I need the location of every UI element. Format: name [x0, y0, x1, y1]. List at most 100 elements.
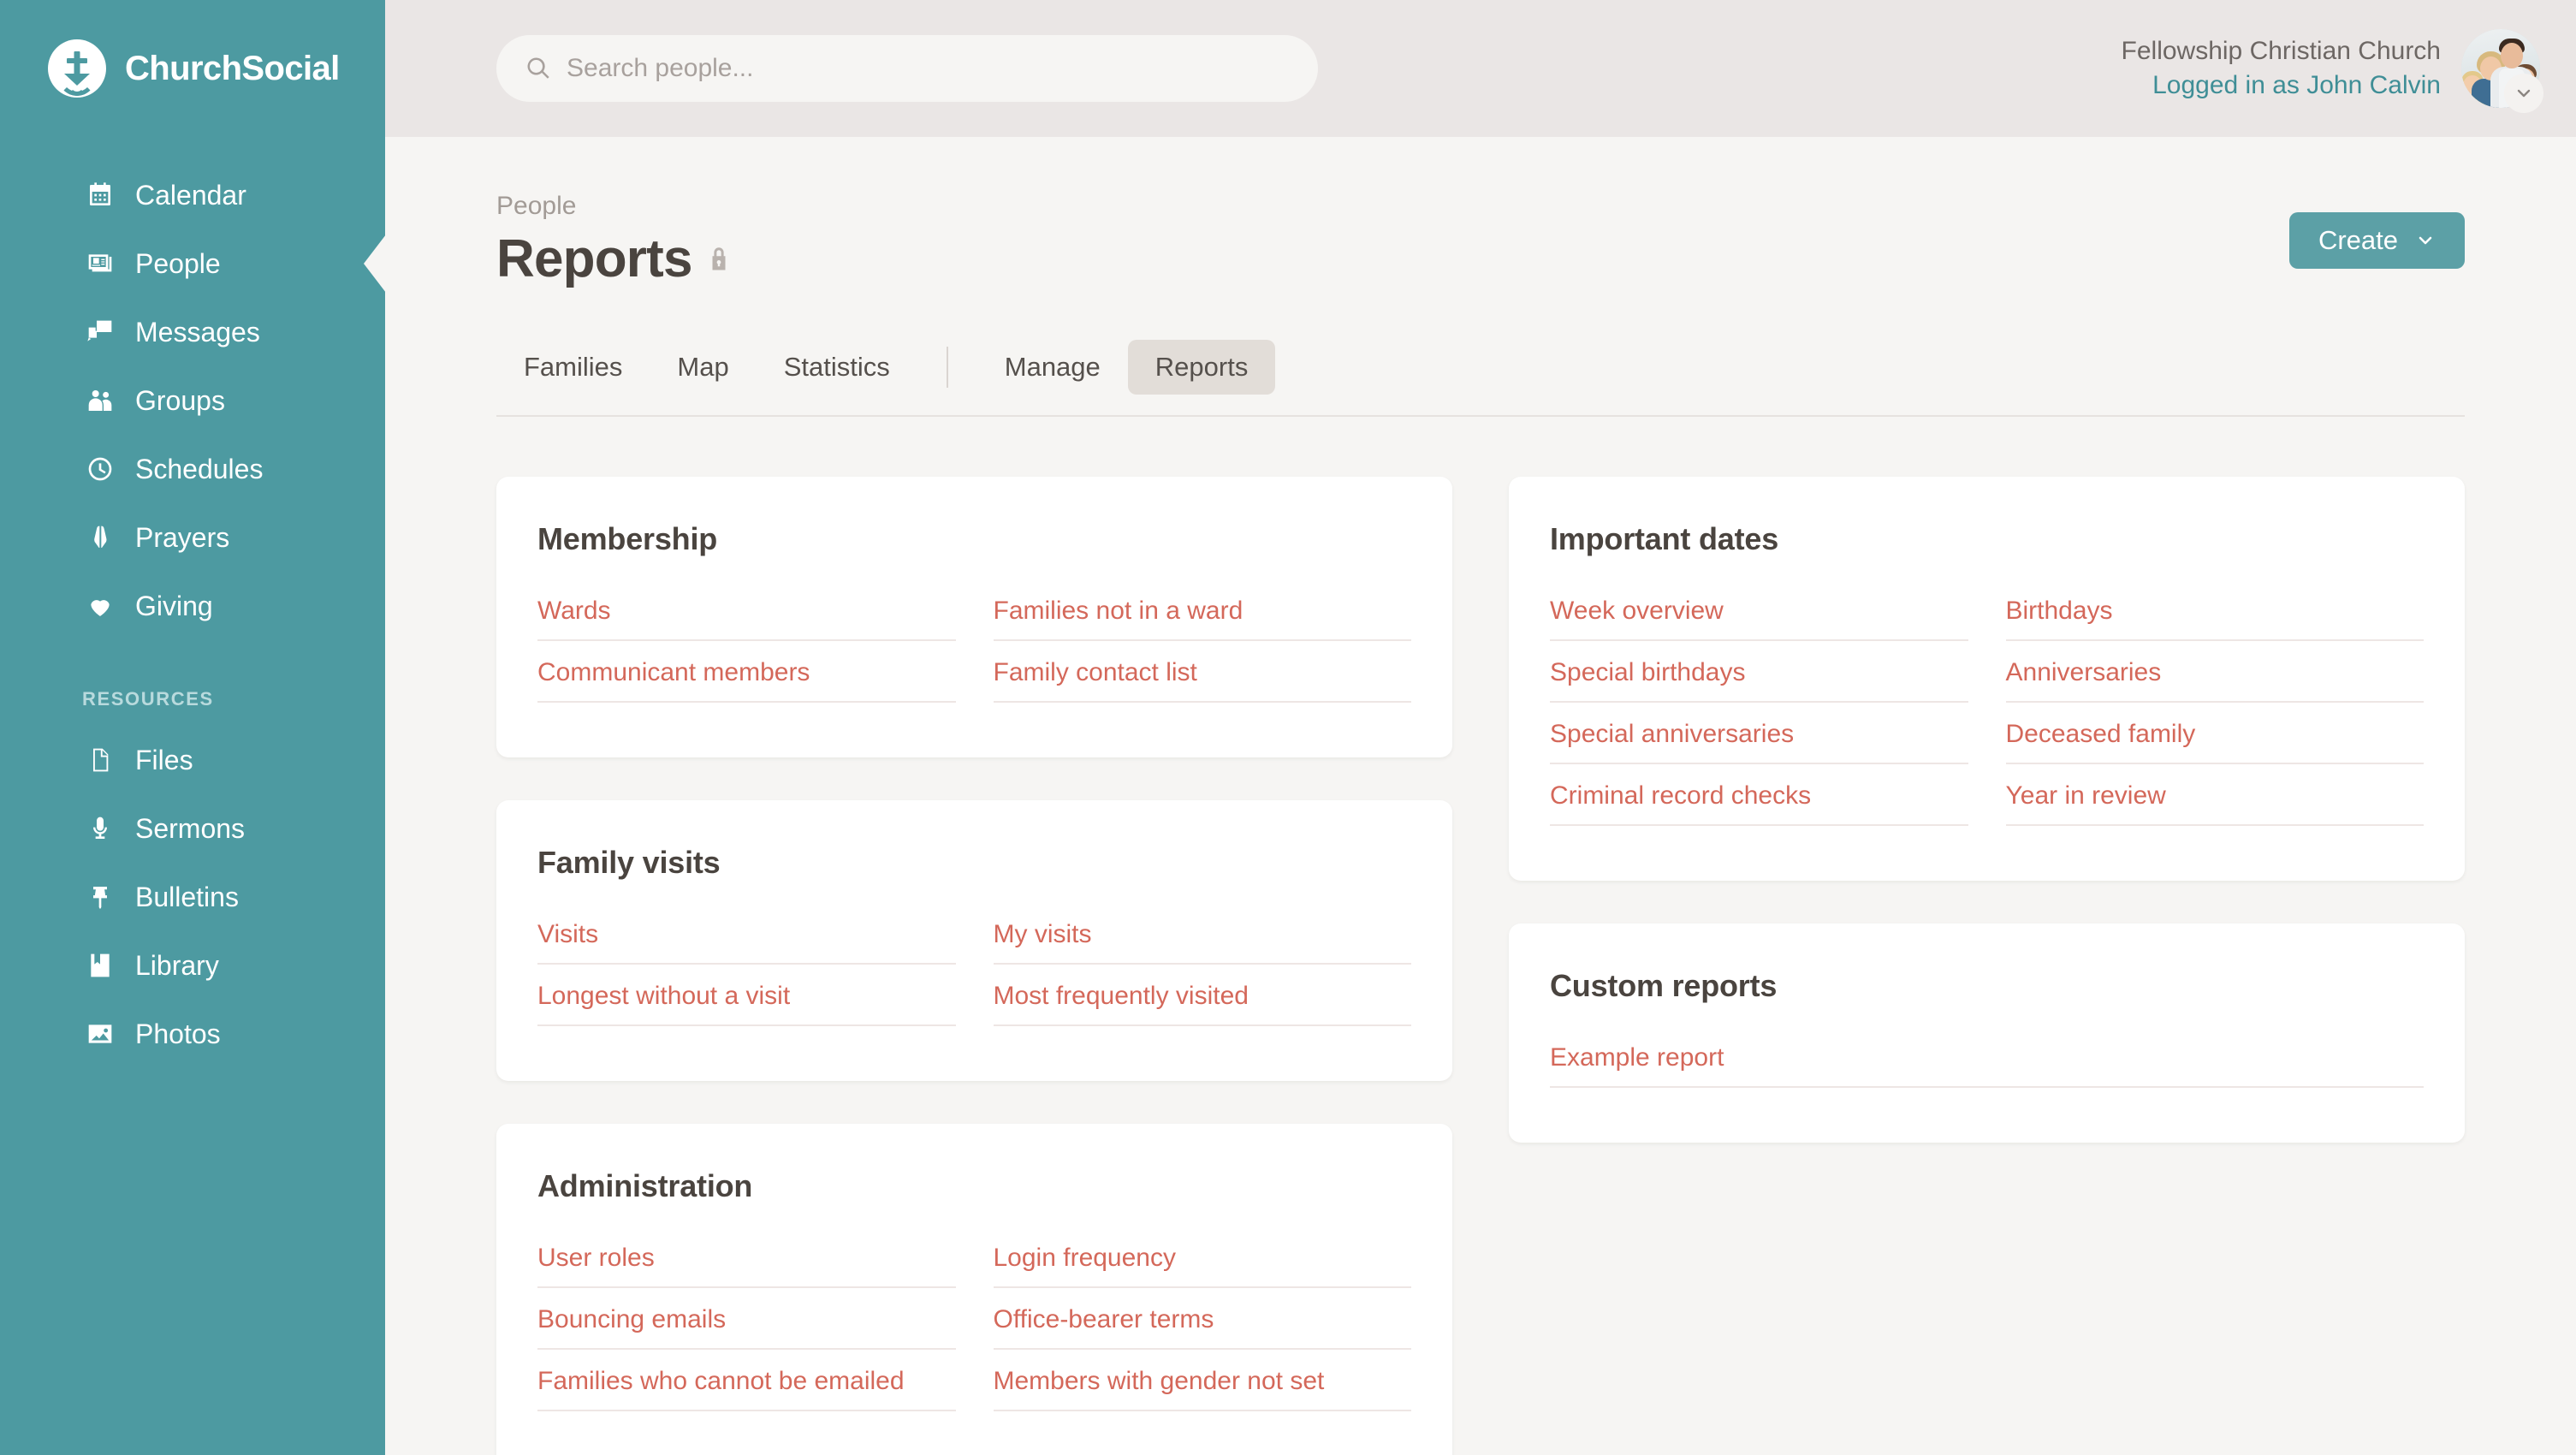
report-link[interactable]: My visits — [994, 920, 1092, 949]
report-link-list: Wards Families not in a ward Communicant… — [537, 597, 1411, 720]
left-column: Membership Wards Families not in a ward … — [496, 477, 1452, 1455]
card-administration: Administration User roles Login frequenc… — [496, 1124, 1452, 1455]
list-item: Criminal record checks — [1550, 781, 1968, 827]
report-link[interactable]: Visits — [537, 920, 598, 949]
report-link[interactable]: Families not in a ward — [994, 597, 1243, 626]
sidebar-item-label: Giving — [135, 590, 213, 621]
sidebar-item-library[interactable]: Library — [0, 931, 385, 1000]
report-link[interactable]: Anniversaries — [2006, 658, 2162, 687]
sidebar-item-label: Files — [135, 744, 193, 775]
brand-name: ChurchSocial — [125, 49, 340, 87]
brand[interactable]: ChurchSocial — [0, 0, 385, 137]
report-link[interactable]: Birthdays — [2006, 597, 2113, 626]
report-link[interactable]: Year in review — [2006, 781, 2166, 811]
sidebar-item-photos[interactable]: Photos — [0, 1000, 385, 1068]
sidebar-item-label: Schedules — [135, 453, 264, 484]
report-link-list: Visits My visits Longest without a visit… — [537, 920, 1411, 1043]
create-button-label: Create — [2318, 225, 2398, 255]
pin-icon — [86, 882, 115, 912]
tab-statistics[interactable]: Statistics — [757, 340, 917, 395]
breadcrumb[interactable]: People — [496, 192, 576, 221]
groups-icon — [86, 386, 115, 415]
list-item: Special birthdays — [1550, 658, 1968, 704]
tab-separator — [946, 347, 948, 389]
sidebar-section-resources-label: RESOURCES — [82, 688, 214, 710]
report-link[interactable]: Login frequency — [994, 1244, 1177, 1273]
sidebar-item-groups[interactable]: Groups — [0, 366, 385, 435]
church-name: Fellowship Christian Church — [2121, 37, 2441, 66]
list-item: Office-bearer terms — [993, 1305, 1411, 1351]
search-input[interactable]: Search people... — [496, 35, 1318, 102]
photo-icon — [86, 1019, 115, 1048]
logged-in-as-link[interactable]: Logged in as John Calvin — [2122, 68, 2441, 103]
chevron-down-icon[interactable] — [2504, 74, 2543, 113]
chevron-down-icon — [2419, 236, 2432, 245]
sidebar-item-label: Prayers — [135, 521, 230, 553]
list-item: Visits — [537, 920, 956, 965]
tab-bar: Families Map Statistics Manage Reports — [496, 340, 2465, 418]
list-item: Login frequency — [993, 1244, 1411, 1289]
tab-reports[interactable]: Reports — [1127, 340, 1276, 395]
report-link[interactable]: Office-bearer terms — [994, 1305, 1214, 1334]
report-link[interactable]: Criminal record checks — [1550, 781, 1811, 811]
sidebar-item-label: Messages — [135, 316, 260, 347]
topbar: Search people... Fellowship Christian Ch… — [385, 0, 2576, 137]
report-link[interactable]: Families who cannot be emailed — [537, 1367, 905, 1396]
list-item: Deceased family — [2005, 720, 2424, 765]
card-title: Important dates — [1550, 521, 1779, 557]
card-title: Family visits — [537, 845, 721, 881]
report-link[interactable]: Example report — [1550, 1043, 1724, 1072]
report-link[interactable]: Most frequently visited — [994, 982, 1249, 1011]
report-link[interactable]: Special birthdays — [1550, 658, 1745, 687]
reports-grid: Membership Wards Families not in a ward … — [496, 477, 2465, 1455]
report-link[interactable]: Deceased family — [2006, 720, 2196, 749]
sidebar-item-label: Sermons — [135, 812, 246, 844]
list-item: Special anniversaries — [1550, 720, 1968, 765]
list-item: Families who cannot be emailed — [537, 1367, 956, 1412]
sidebar-item-bulletins[interactable]: Bulletins — [0, 863, 385, 931]
create-button[interactable]: Create — [2288, 212, 2465, 269]
search-icon — [527, 57, 549, 79]
list-item: Families not in a ward — [993, 597, 1411, 642]
sidebar-item-schedules[interactable]: Schedules — [0, 435, 385, 503]
report-link[interactable]: User roles — [537, 1244, 655, 1273]
list-item: User roles — [537, 1244, 956, 1289]
topbar-right: Fellowship Christian Church Logged in as… — [2121, 29, 2543, 113]
report-link[interactable]: Week overview — [1550, 597, 1724, 626]
calendar-icon — [86, 181, 115, 210]
report-link[interactable]: Members with gender not set — [994, 1367, 1325, 1396]
sidebar-item-calendar[interactable]: Calendar — [0, 161, 385, 229]
tab-map[interactable]: Map — [650, 340, 756, 395]
card-title: Custom reports — [1550, 968, 1778, 1004]
list-item: My visits — [993, 920, 1411, 965]
report-link[interactable]: Special anniversaries — [1550, 720, 1794, 749]
sidebar-item-giving[interactable]: Giving — [0, 572, 385, 640]
primary-nav: Calendar People Messages Groups Schedule… — [0, 137, 385, 1068]
clock-icon — [86, 454, 115, 484]
church-logo-icon — [48, 39, 106, 98]
report-link[interactable]: Bouncing emails — [537, 1305, 726, 1334]
sidebar-item-people[interactable]: People — [0, 229, 385, 298]
sidebar-item-messages[interactable]: Messages — [0, 298, 385, 366]
card-important-dates: Important dates Week overview Birthdays … — [1509, 477, 2465, 882]
report-link-list: Week overview Birthdays Special birthday… — [1550, 597, 2424, 843]
avatar[interactable] — [2461, 29, 2543, 113]
card-title: Administration — [537, 1168, 753, 1204]
report-link[interactable]: Longest without a visit — [537, 982, 790, 1011]
tab-manage[interactable]: Manage — [977, 340, 1128, 395]
report-link-list: User roles Login frequency Bouncing emai… — [537, 1244, 1411, 1428]
app-root: ChurchSocial Calendar People Messages Gr… — [0, 0, 2576, 1455]
list-item: Members with gender not set — [993, 1367, 1411, 1412]
report-link[interactable]: Family contact list — [994, 658, 1197, 687]
people-card-icon — [86, 249, 115, 278]
tab-families[interactable]: Families — [496, 340, 650, 395]
list-item: Wards — [537, 597, 956, 642]
report-link[interactable]: Wards — [537, 597, 611, 626]
list-item: Communicant members — [537, 658, 956, 704]
messages-icon — [86, 318, 115, 347]
card-title: Membership — [537, 521, 718, 557]
sidebar-item-prayers[interactable]: Prayers — [0, 503, 385, 572]
sidebar-item-files[interactable]: Files — [0, 726, 385, 794]
report-link[interactable]: Communicant members — [537, 658, 810, 687]
sidebar-item-sermons[interactable]: Sermons — [0, 794, 385, 863]
